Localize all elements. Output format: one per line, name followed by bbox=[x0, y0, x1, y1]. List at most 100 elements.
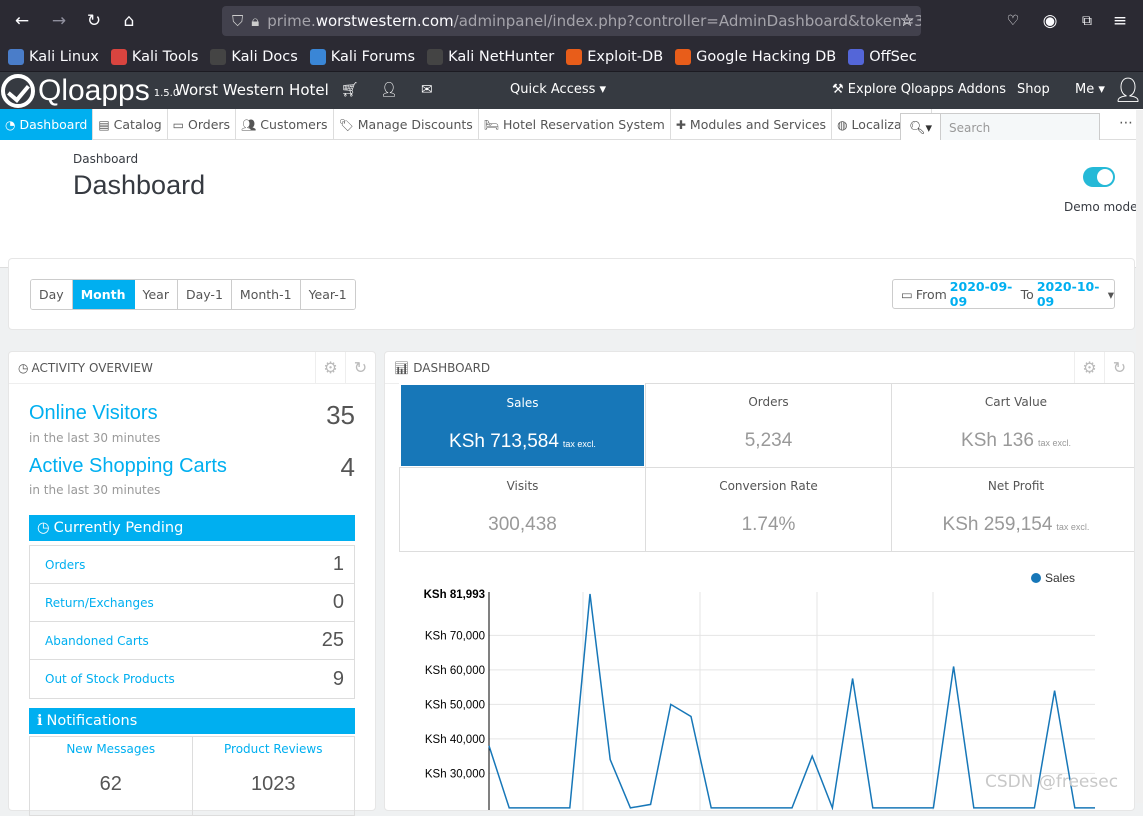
kpi-net-profit[interactable]: Net Profit KSh 259,154 tax excl. bbox=[891, 467, 1134, 552]
pending-label[interactable]: Out of Stock Products bbox=[45, 672, 175, 686]
bookmark-3[interactable]: Kali Forums bbox=[309, 48, 415, 65]
period-buttons: Day Month Year Day-1 Month-1 Year-1 bbox=[30, 279, 356, 310]
gear-icon[interactable]: ⚙ bbox=[315, 352, 345, 383]
bar-chart-icon: 📊︎ bbox=[394, 360, 410, 375]
browser-toolbar: ← → ↻ ⌂ ⛉ 🔒︎ prime. worstwestern.com/admi… bbox=[0, 0, 1143, 42]
envelope-icon[interactable]: ✉ bbox=[421, 82, 433, 98]
refresh-icon[interactable]: ↻ bbox=[345, 352, 375, 383]
pending-row[interactable]: Abandoned Carts 25 bbox=[30, 622, 354, 660]
menu-item-catalog[interactable]: ▤ Catalog bbox=[93, 109, 168, 140]
y-tick-label: KSh 30,000 bbox=[425, 768, 485, 780]
account-icon[interactable]: ◉ bbox=[1035, 6, 1065, 36]
bookmark-icon bbox=[848, 48, 865, 65]
period-button-day[interactable]: Day bbox=[31, 280, 73, 309]
pending-label[interactable]: Orders bbox=[45, 558, 85, 572]
pending-label[interactable]: Abandoned Carts bbox=[45, 634, 149, 648]
period-button-year-1[interactable]: Year-1 bbox=[300, 280, 355, 309]
scrollbar[interactable] bbox=[1136, 110, 1143, 803]
bookmark-label: OffSec bbox=[869, 48, 917, 65]
kpi-orders[interactable]: Orders 5,234 bbox=[645, 383, 892, 468]
menu-icon[interactable]: ≡ bbox=[1105, 6, 1135, 36]
shop-link[interactable]: Shop bbox=[1017, 82, 1050, 97]
back-icon[interactable]: ← bbox=[7, 6, 37, 36]
kpi-conversion-rate[interactable]: Conversion Rate 1.74% bbox=[645, 467, 892, 552]
gear-icon[interactable]: ⚙ bbox=[1074, 352, 1104, 383]
bookmark-7[interactable]: OffSec bbox=[848, 48, 917, 65]
date-to: 2020-10-09 bbox=[1036, 279, 1100, 309]
legend-label: Sales bbox=[1045, 571, 1075, 585]
product-reviews-cell[interactable]: Product Reviews 1023 bbox=[193, 737, 355, 815]
search-type-dropdown[interactable]: 🔍︎ ▾ bbox=[900, 113, 941, 143]
clock-icon: ◷ bbox=[37, 520, 50, 536]
breadcrumb[interactable]: Dashboard bbox=[73, 152, 138, 166]
demo-mode-toggle[interactable] bbox=[1083, 167, 1115, 187]
tax-note: tax excl. bbox=[1056, 522, 1090, 532]
search-group: 🔍︎ ▾ Search bbox=[900, 113, 1100, 143]
pending-label[interactable]: Return/Exchanges bbox=[45, 596, 154, 610]
extensions-icon[interactable]: ⧉ bbox=[1072, 6, 1102, 36]
bookmark-icon bbox=[309, 48, 326, 65]
new-messages-cell[interactable]: New Messages 62 bbox=[30, 737, 193, 815]
avatar[interactable]: 👤︎ bbox=[1113, 76, 1143, 104]
quick-access-menu[interactable]: Quick Access ▾ bbox=[510, 82, 606, 97]
pending-value: 9 bbox=[332, 667, 344, 690]
me-menu[interactable]: Me ▾ bbox=[1075, 82, 1105, 97]
y-tick-label: KSh 60,000 bbox=[425, 665, 485, 677]
home-icon[interactable]: ⌂ bbox=[114, 6, 144, 36]
menu-item-manage-discounts[interactable]: 🏷︎ Manage Discounts bbox=[334, 109, 479, 140]
puzzle-icon: ✚ bbox=[675, 117, 686, 132]
period-button-year[interactable]: Year bbox=[134, 280, 178, 309]
search-input[interactable]: Search bbox=[941, 113, 1100, 143]
y-tick-label: KSh 70,000 bbox=[425, 630, 485, 642]
shop-name[interactable]: Worst Western Hotel bbox=[175, 81, 329, 99]
logo[interactable]: Qloapps 1.5.0 bbox=[0, 72, 179, 109]
notifications-box: New Messages 62 Product Reviews 1023 bbox=[29, 736, 355, 816]
pending-row[interactable]: Return/Exchanges 0 bbox=[30, 584, 354, 622]
menu-item-dashboard[interactable]: ◔ Dashboard bbox=[0, 109, 94, 140]
kpi-value: 300,438 bbox=[488, 514, 557, 535]
menu-item-customers[interactable]: 👥︎ Customers bbox=[236, 109, 334, 140]
pending-row[interactable]: Out of Stock Products 9 bbox=[30, 660, 354, 698]
refresh-icon[interactable]: ↻ bbox=[1104, 352, 1134, 383]
bookmark-4[interactable]: Kali NetHunter bbox=[427, 48, 554, 65]
star-icon[interactable]: ☆ bbox=[892, 6, 922, 36]
lock-icon: 🔒︎ bbox=[251, 12, 260, 30]
pending-value: 0 bbox=[332, 591, 344, 613]
explore-addons-link[interactable]: ⚒ Explore Qloapps Addons bbox=[832, 82, 1006, 97]
new-messages-value: 62 bbox=[99, 773, 122, 795]
menu-item-hotel-reservation-system[interactable]: 🛏︎ Hotel Reservation System bbox=[479, 109, 671, 140]
kpi-sales[interactable]: Sales KSh 713,584 tax excl. bbox=[399, 383, 646, 468]
period-button-day-1[interactable]: Day-1 bbox=[177, 280, 232, 309]
url-bar[interactable]: ⛉ 🔒︎ prime. worstwestern.com/adminpanel/i… bbox=[222, 6, 921, 36]
bookmark-2[interactable]: Kali Docs bbox=[210, 48, 298, 65]
pocket-icon[interactable]: ♡ bbox=[998, 6, 1028, 36]
forward-icon[interactable]: → bbox=[44, 6, 74, 36]
bookmark-label: Kali Tools bbox=[131, 48, 199, 65]
online-visitors-label[interactable]: Online Visitors bbox=[29, 402, 158, 425]
menu-item-modules-and-services[interactable]: ✚ Modules and Services bbox=[671, 109, 833, 140]
date-range-button[interactable]: ▭ From 2020-09-09 To 2020-10-09 ▾ bbox=[892, 279, 1115, 309]
kpi-cart-value[interactable]: Cart Value KSh 136 tax excl. bbox=[891, 383, 1134, 468]
bookmark-1[interactable]: Kali Tools bbox=[110, 48, 199, 65]
bookmark-6[interactable]: Google Hacking DB bbox=[675, 48, 836, 65]
user-icon[interactable]: 👤︎ bbox=[380, 82, 398, 98]
active-carts-label[interactable]: Active Shopping Carts bbox=[29, 455, 227, 478]
menu-item-label: Catalog bbox=[113, 117, 162, 132]
reload-icon[interactable]: ↻ bbox=[79, 6, 109, 36]
online-visitors-sub: in the last 30 minutes bbox=[29, 431, 161, 445]
menu-item-orders[interactable]: ▭ Orders bbox=[168, 109, 237, 140]
watermark: CSDN @freesec bbox=[985, 772, 1119, 792]
kpi-value-wrap: 1.74% bbox=[646, 514, 891, 536]
menu-item-label: Modules and Services bbox=[689, 117, 827, 132]
kpi-visits[interactable]: Visits 300,438 bbox=[399, 467, 646, 552]
bookmark-0[interactable]: Kali Linux bbox=[8, 48, 99, 65]
dashboard-icon: ◔ bbox=[5, 117, 16, 132]
kpi-label: Net Profit bbox=[987, 479, 1045, 493]
period-button-month-1[interactable]: Month-1 bbox=[231, 280, 301, 309]
cart-icon[interactable]: 🛒︎ bbox=[341, 82, 359, 98]
bookmark-icon bbox=[427, 48, 444, 65]
pending-row[interactable]: Orders 1 bbox=[30, 546, 354, 584]
period-button-month[interactable]: Month bbox=[72, 280, 135, 309]
more-icon[interactable]: ⋯ bbox=[1119, 115, 1133, 131]
bookmark-5[interactable]: Exploit-DB bbox=[566, 48, 663, 65]
